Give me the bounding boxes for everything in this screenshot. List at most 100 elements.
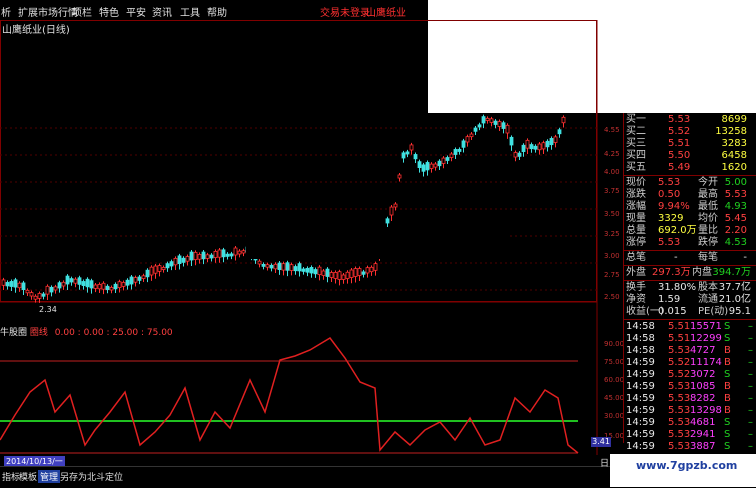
tick-volume: 13298 bbox=[690, 405, 722, 416]
bid-row: 买五 5.49 1620 bbox=[626, 162, 755, 174]
candle-body bbox=[169, 261, 174, 267]
menu-item-pingan[interactable]: 平安 bbox=[126, 4, 146, 19]
candle-body bbox=[49, 286, 54, 293]
candle-body bbox=[161, 267, 166, 271]
tick-side: S bbox=[724, 417, 731, 428]
menu-item-extended-market[interactable]: 扩展市场行情 bbox=[18, 4, 78, 19]
tick-side: B bbox=[724, 345, 731, 356]
candle-body bbox=[485, 117, 490, 121]
bid-price: 5.52 bbox=[668, 126, 691, 137]
login-status[interactable]: 交易未登录 bbox=[320, 4, 370, 19]
bid-label: 买一 bbox=[626, 114, 646, 125]
menu-item-analysis[interactable]: 析 bbox=[1, 4, 11, 19]
tick-time: 14:58 bbox=[626, 333, 655, 344]
tick-price: 5.53 bbox=[668, 417, 691, 428]
stat-value: - bbox=[674, 252, 678, 263]
candle-body bbox=[201, 251, 206, 260]
candle-body bbox=[437, 160, 442, 167]
candle-body bbox=[37, 293, 42, 299]
candle-body bbox=[149, 266, 154, 276]
tab-save-as[interactable]: 另存为 bbox=[60, 470, 87, 483]
candle-body bbox=[441, 157, 446, 164]
candle-body bbox=[489, 118, 494, 123]
tick-volume: 1085 bbox=[690, 381, 716, 392]
bid-row: 买三 5.51 3283 bbox=[626, 138, 755, 150]
tick-row: 14:58 5.51 15571 S – bbox=[626, 321, 755, 333]
price-tick: 3.25 bbox=[604, 230, 620, 238]
candle-body bbox=[29, 292, 34, 297]
bid-row: 买四 5.50 6458 bbox=[626, 150, 755, 162]
tab-template[interactable]: 模板 bbox=[19, 470, 37, 483]
stat-row: 现价 5.53 今开 5.00 bbox=[626, 177, 755, 189]
tick-time: 14:59 bbox=[626, 393, 655, 404]
stat-label: 股本 bbox=[698, 282, 718, 293]
candle-body bbox=[45, 285, 50, 295]
stat-row: 总量 692.0万 量比 2.20 bbox=[626, 225, 755, 237]
menu-item-news[interactable]: 资讯 bbox=[152, 4, 172, 19]
tab-beidou[interactable]: 北斗定位 bbox=[87, 470, 123, 483]
price-chart[interactable]: 4.55 4.25 4.00 3.75 3.50 3.25 3.00 2.75 … bbox=[0, 20, 623, 455]
candle-body bbox=[505, 124, 510, 134]
price-tick: 2.75 bbox=[604, 271, 620, 279]
candle-body bbox=[25, 289, 30, 294]
price-tick: 2.50 bbox=[604, 293, 620, 301]
stat-value: 95.1 bbox=[728, 306, 751, 317]
candle-body bbox=[17, 282, 22, 289]
tab-manage[interactable]: 管理 bbox=[38, 470, 61, 483]
candle-body bbox=[33, 295, 38, 300]
tick-volume: 3887 bbox=[690, 441, 716, 452]
candle-body bbox=[409, 144, 414, 151]
candle-body bbox=[101, 282, 106, 290]
bid-volume: 3283 bbox=[721, 138, 747, 149]
candle-body bbox=[189, 251, 194, 261]
candle-body bbox=[493, 120, 498, 125]
candle-body bbox=[365, 267, 370, 274]
menu-item-help[interactable]: 帮助 bbox=[207, 4, 227, 19]
menu-item-top[interactable]: 项栏 bbox=[72, 4, 92, 19]
price-tick: 3.50 bbox=[604, 210, 620, 218]
current-indicator-box: 3.41 bbox=[591, 437, 611, 447]
tick-row: 14:59 5.53 2941 S – bbox=[626, 429, 755, 441]
candle-body bbox=[509, 136, 514, 146]
stat-value: 5.53 bbox=[658, 237, 681, 248]
tick-price: 5.53 bbox=[668, 345, 691, 356]
menu-item-special[interactable]: 特色 bbox=[99, 4, 119, 19]
stat-row: 净资 1.59 流通 21.0亿 bbox=[626, 294, 755, 306]
candle-body bbox=[309, 266, 314, 274]
tick-row: 14:59 5.52 3072 S – bbox=[626, 369, 755, 381]
tick-price: 5.53 bbox=[668, 393, 691, 404]
tick-row: 14:59 5.52 11174 B – bbox=[626, 357, 755, 369]
indicator-name: 牛股圈 bbox=[0, 328, 28, 338]
stat-row: 涨跌 0.50 最高 5.53 bbox=[626, 189, 755, 201]
candle-body bbox=[429, 163, 434, 169]
candle-body bbox=[557, 129, 562, 135]
candle-body bbox=[385, 218, 390, 224]
tick-dash: – bbox=[748, 345, 753, 356]
stat-row: 总笔 - 每笔 - bbox=[626, 252, 755, 264]
tick-price: 5.53 bbox=[668, 441, 691, 452]
candle-body bbox=[389, 206, 394, 216]
menu-item-tools[interactable]: 工具 bbox=[180, 4, 200, 19]
stat-row: 换手 31.80% 股本 37.7亿 bbox=[626, 282, 755, 294]
candle-body bbox=[273, 263, 278, 270]
candle-body bbox=[97, 283, 102, 290]
candle-body bbox=[185, 256, 190, 262]
tick-time: 14:59 bbox=[626, 441, 655, 452]
candle-body bbox=[217, 249, 222, 258]
candle-body bbox=[113, 283, 118, 290]
candle-body bbox=[513, 152, 518, 158]
stat-label: 外盘 bbox=[626, 267, 646, 278]
quote-panel: 买一 5.53 8699 买二 5.52 13258 买三 5.51 3283 买四 5.50 645… bbox=[623, 113, 756, 452]
tick-volume: 15571 bbox=[690, 321, 722, 332]
price-tick: 3.00 bbox=[604, 252, 620, 260]
candle-body bbox=[357, 268, 362, 276]
candle-body bbox=[457, 148, 462, 152]
stat-label: 涨幅 bbox=[626, 201, 646, 212]
candle-body bbox=[361, 271, 366, 275]
bid-price: 5.50 bbox=[668, 150, 691, 161]
stat-value: 31.80% bbox=[658, 282, 697, 293]
tab-indicator[interactable]: 指标 bbox=[2, 470, 20, 483]
candle-body bbox=[89, 280, 94, 289]
candle-body bbox=[497, 121, 502, 127]
candle-body bbox=[237, 250, 242, 255]
